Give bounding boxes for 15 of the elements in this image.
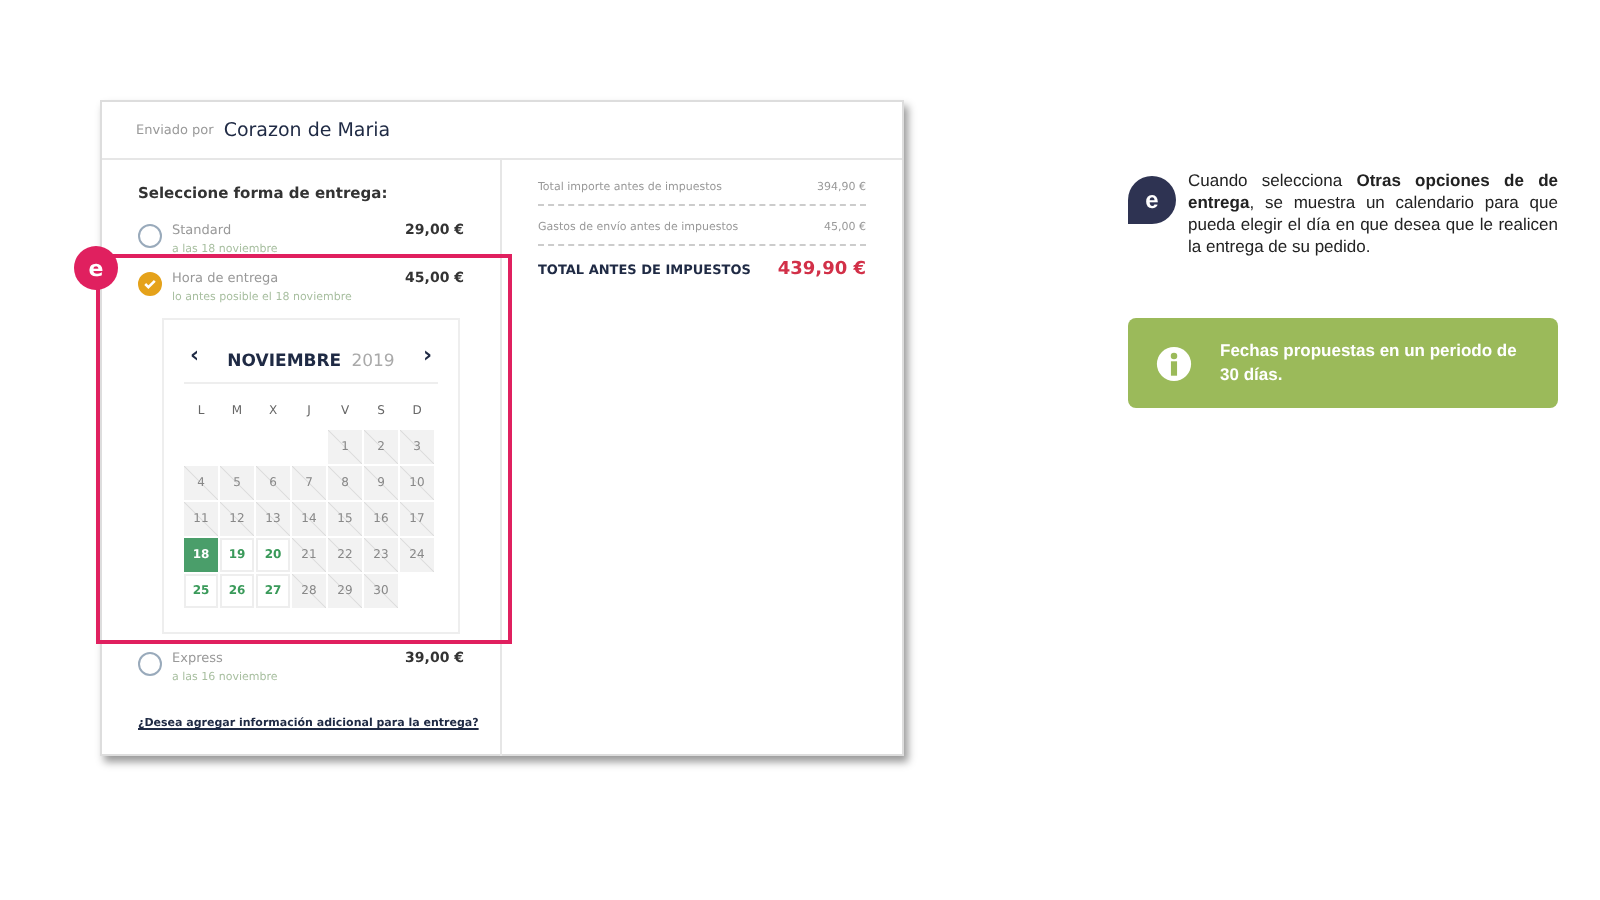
- month-label: NOVIEMBRE: [227, 352, 342, 372]
- callout-badge: e: [74, 246, 118, 290]
- seller-name: Corazon de Maria: [223, 119, 391, 141]
- step-badge: e: [1128, 176, 1176, 224]
- radio-button[interactable]: [138, 224, 162, 248]
- next-month-button[interactable]: ›: [416, 342, 438, 368]
- year-label: 2019: [351, 352, 395, 372]
- annotation-text: Cuando selecciona Otras opciones de de entrega, se muestra un calendario para que pueda elegir el día en que desea que le realicen la entrega de su pedido.: [1188, 170, 1558, 259]
- radio-button[interactable]: [138, 652, 162, 676]
- info-text: Fechas propuestas en un periodo de 30 días.: [1220, 339, 1519, 388]
- total-value: 439,90 €: [777, 260, 866, 280]
- prev-month-button[interactable]: ‹: [184, 342, 206, 368]
- check-icon: [142, 276, 158, 292]
- info-icon: [1156, 345, 1192, 382]
- radio-button[interactable]: [138, 272, 162, 296]
